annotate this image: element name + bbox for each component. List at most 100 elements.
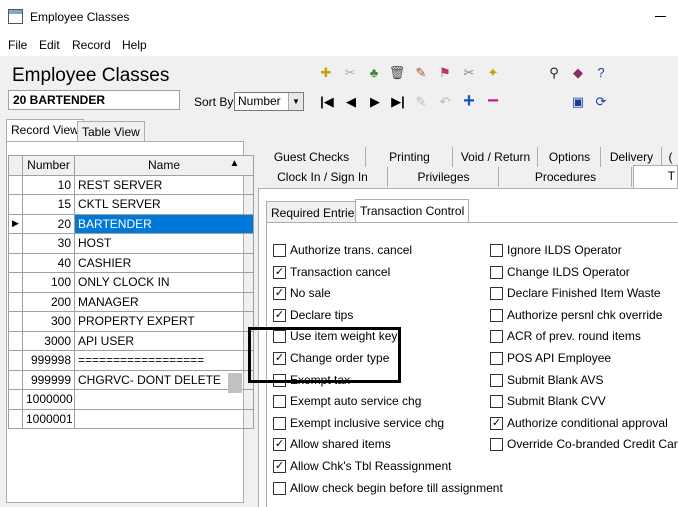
cell-name[interactable]: [74, 389, 254, 410]
refresh-icon[interactable]: ⟳: [592, 93, 610, 111]
cell-number[interactable]: 1000000: [22, 389, 75, 410]
subtab-transaction-control[interactable]: Transaction Control: [355, 199, 470, 224]
chevron-down-icon[interactable]: ▼: [288, 93, 303, 110]
row-header[interactable]: [8, 330, 23, 351]
tab-delivery[interactable]: Delivery: [602, 147, 662, 167]
table-row[interactable]: 300 PROPERTY EXPERT: [8, 311, 254, 332]
report-icon[interactable]: ✎: [412, 64, 430, 82]
checkbox[interactable]: [490, 352, 503, 365]
row-header[interactable]: [8, 233, 23, 254]
checkbox[interactable]: [273, 395, 286, 409]
checkbox[interactable]: ✓: [273, 287, 286, 301]
checkbox[interactable]: [273, 416, 286, 430]
copy-record-icon[interactable]: ✚: [317, 64, 335, 82]
checkbox[interactable]: [490, 330, 503, 344]
checkbox[interactable]: [490, 395, 503, 409]
checkbox[interactable]: [273, 330, 286, 344]
cell-name[interactable]: PROPERTY EXPERT: [74, 311, 254, 332]
tab-table-view[interactable]: Table View: [77, 121, 145, 141]
menu-help[interactable]: Help: [122, 38, 147, 52]
checkbox[interactable]: [273, 481, 286, 495]
checkbox[interactable]: ✓: [273, 460, 286, 473]
checkbox[interactable]: ✓: [273, 308, 286, 322]
cell-name[interactable]: CASHIER: [74, 252, 254, 273]
cell-number[interactable]: 10: [22, 174, 75, 195]
bookmark-icon[interactable]: ⚑: [436, 64, 454, 82]
wand-icon[interactable]: ✦: [484, 64, 502, 82]
menu-file[interactable]: File: [8, 38, 27, 52]
current-row-indicator-icon[interactable]: ▶: [8, 213, 23, 234]
help-pointer-icon[interactable]: ?: [592, 64, 610, 82]
undo-icon[interactable]: ↶: [436, 93, 454, 111]
edit-pencil-icon[interactable]: ✎: [412, 93, 430, 111]
scrollbar-thumb[interactable]: [228, 373, 242, 393]
tab-clock-in-sign-in[interactable]: Clock In / Sign In: [258, 167, 388, 187]
cell-name[interactable]: [74, 408, 254, 429]
table-row[interactable]: 100 ONLY CLOCK IN: [8, 272, 254, 293]
checkbox[interactable]: [490, 244, 503, 257]
row-header[interactable]: [8, 252, 23, 273]
cell-number[interactable]: 300: [22, 311, 75, 332]
cell-name[interactable]: HOST: [74, 233, 254, 254]
table-row[interactable]: 3000 API USER: [8, 330, 254, 351]
checkbox[interactable]: [273, 373, 286, 387]
checkbox[interactable]: [273, 244, 286, 257]
tab-privileges[interactable]: Privileges: [389, 167, 499, 187]
row-header[interactable]: [8, 194, 23, 215]
tab-transactions[interactable]: T: [633, 165, 678, 189]
first-record-icon[interactable]: |◀: [318, 93, 336, 111]
scroll-up-arrow[interactable]: ▲: [226, 155, 243, 172]
checkbox[interactable]: [490, 287, 503, 301]
table-row[interactable]: 1000000: [8, 389, 254, 410]
checkbox[interactable]: [490, 308, 503, 322]
cell-name[interactable]: MANAGER: [74, 291, 254, 312]
table-row[interactable]: 999998 ==================: [8, 350, 254, 371]
row-header[interactable]: [8, 369, 23, 390]
minimize-button[interactable]: [655, 16, 666, 17]
table-row[interactable]: ▶ 20 BARTENDER: [8, 213, 254, 234]
paste-record-icon[interactable]: ✂: [341, 64, 359, 82]
column-header-number[interactable]: Number: [22, 155, 75, 176]
cell-number[interactable]: 15: [22, 194, 75, 215]
cell-number[interactable]: 999998: [22, 350, 75, 371]
cell-number[interactable]: 999999: [22, 369, 75, 390]
cell-number[interactable]: 100: [22, 272, 75, 293]
row-header[interactable]: [8, 350, 23, 371]
tab-printing[interactable]: Printing: [367, 147, 453, 167]
tab-overflow-1[interactable]: (: [663, 147, 678, 167]
cell-number[interactable]: 1000001: [22, 408, 75, 429]
table-row[interactable]: 999999 CHGRVC- DONT DELETE: [8, 369, 254, 390]
next-record-icon[interactable]: ▶: [366, 93, 384, 111]
book-icon[interactable]: ◆: [569, 64, 587, 82]
menu-record[interactable]: Record: [72, 38, 111, 52]
cell-name[interactable]: API USER: [74, 330, 254, 351]
binoculars-icon[interactable]: ⚲: [545, 64, 563, 82]
table-row[interactable]: 40 CASHIER: [8, 252, 254, 273]
row-header[interactable]: [8, 291, 23, 312]
checkbox[interactable]: ✓: [490, 416, 503, 430]
remove-record-icon[interactable]: −: [484, 91, 502, 111]
window-icon[interactable]: ▣: [569, 93, 587, 111]
cell-number[interactable]: 30: [22, 233, 75, 254]
cell-name[interactable]: CHGRVC- DONT DELETE: [74, 369, 254, 390]
tab-guest-checks[interactable]: Guest Checks: [258, 147, 366, 167]
tab-options[interactable]: Options: [539, 147, 601, 167]
table-row[interactable]: 200 MANAGER: [8, 291, 254, 312]
sort-by-select[interactable]: Number ▼: [234, 92, 304, 111]
checkbox[interactable]: [490, 265, 503, 279]
table-row[interactable]: 10 REST SERVER: [8, 174, 254, 195]
cell-number[interactable]: 20: [22, 213, 75, 234]
table-row[interactable]: 1000001: [8, 408, 254, 429]
cell-name[interactable]: ONLY CLOCK IN: [74, 272, 254, 293]
cell-name[interactable]: REST SERVER: [74, 174, 254, 195]
last-record-icon[interactable]: ▶|: [389, 93, 407, 111]
previous-record-icon[interactable]: ◀: [342, 93, 360, 111]
tab-record-view[interactable]: Record View: [6, 119, 84, 142]
tab-void-return[interactable]: Void / Return: [454, 147, 538, 167]
add-record-icon[interactable]: +: [460, 91, 478, 111]
checkbox[interactable]: [490, 373, 503, 387]
menu-edit[interactable]: Edit: [39, 38, 60, 52]
cell-number[interactable]: 40: [22, 252, 75, 273]
find-tree-icon[interactable]: ♣: [365, 64, 383, 82]
cell-name[interactable]: ==================: [74, 350, 254, 371]
